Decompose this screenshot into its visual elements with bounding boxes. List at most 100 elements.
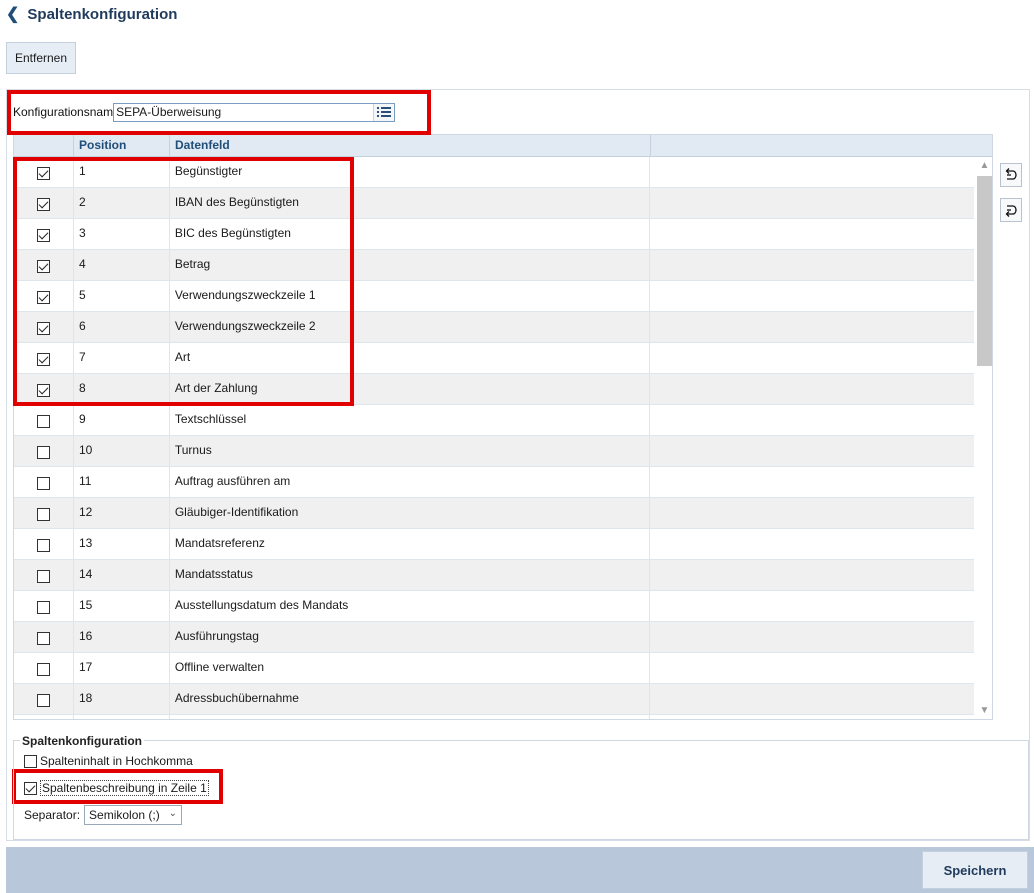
row-field: BIC des Begünstigten: [170, 219, 651, 249]
table-row[interactable]: 13 Mandatsreferenz: [14, 529, 974, 560]
row-check-cell: [14, 529, 74, 559]
table-row[interactable]: 17 Offline verwalten: [14, 653, 974, 684]
row-checkbox[interactable]: [36, 197, 50, 211]
table-row[interactable]: [14, 715, 974, 719]
remove-button[interactable]: Entfernen: [6, 42, 76, 74]
table-row[interactable]: 15 Ausstellungsdatum des Mandats: [14, 591, 974, 622]
table-row[interactable]: 2 IBAN des Begünstigten: [14, 188, 974, 219]
row-empty-cell: [650, 281, 974, 311]
row-position: 8: [74, 374, 170, 404]
table-row[interactable]: 12 Gläubiger-Identifikation: [14, 498, 974, 529]
row-check-cell: [14, 591, 74, 621]
row-empty-cell: [650, 436, 974, 466]
row-empty-cell: [650, 560, 974, 590]
table-row[interactable]: 5 Verwendungszweckzeile 1: [14, 281, 974, 312]
scroll-thumb[interactable]: [977, 176, 992, 366]
save-button[interactable]: Speichern: [922, 851, 1028, 889]
row-field: Ausführungstag: [170, 622, 651, 652]
row-field: Auftrag ausführen am: [170, 467, 651, 497]
quote-option[interactable]: Spalteninhalt in Hochkomma: [24, 754, 193, 768]
separator-label: Separator:: [24, 808, 81, 822]
row-checkbox[interactable]: [36, 693, 50, 707]
row-checkbox[interactable]: [36, 662, 50, 676]
header-option[interactable]: Spaltenbeschreibung in Zeile 1: [24, 780, 209, 796]
row-check-cell: [14, 343, 74, 373]
row-checkbox[interactable]: [36, 507, 50, 521]
config-name-label: Konfigurationsnam: [13, 105, 114, 119]
row-checkbox[interactable]: [36, 445, 50, 459]
table-row[interactable]: 3 BIC des Begünstigten: [14, 219, 974, 250]
separator-row: Separator: Semikolon (;) ⌄: [24, 805, 183, 825]
row-checkbox[interactable]: [36, 383, 50, 397]
columns-grid: Position Datenfeld 1 Begünstigter 2 IBAN de…: [13, 134, 993, 720]
row-empty-cell: [650, 467, 974, 497]
row-checkbox[interactable]: [36, 476, 50, 490]
scroll-down-icon[interactable]: ▼: [976, 702, 992, 719]
row-check-cell: [14, 436, 74, 466]
config-name-value: SEPA-Überweisung: [116, 105, 222, 119]
row-field: Begünstigter: [170, 157, 651, 187]
row-check-cell: [14, 715, 74, 719]
row-position: 4: [74, 250, 170, 280]
row-check-cell: [14, 405, 74, 435]
table-row[interactable]: 4 Betrag: [14, 250, 974, 281]
row-check-cell: [14, 312, 74, 342]
row-empty-cell: [650, 374, 974, 404]
move-down-button[interactable]: [1000, 198, 1022, 222]
table-row[interactable]: 7 Art: [14, 343, 974, 374]
row-checkbox[interactable]: [36, 538, 50, 552]
quote-checkbox[interactable]: [24, 754, 37, 768]
table-row[interactable]: 16 Ausführungstag: [14, 622, 974, 653]
row-position: 5: [74, 281, 170, 311]
row-empty-cell: [650, 529, 974, 559]
row-position: 14: [74, 560, 170, 590]
row-checkbox[interactable]: [36, 414, 50, 428]
table-row[interactable]: 11 Auftrag ausführen am: [14, 467, 974, 498]
row-checkbox[interactable]: [36, 166, 50, 180]
row-position: 3: [74, 219, 170, 249]
page-title: Spaltenkonfiguration: [27, 6, 178, 23]
row-empty-cell: [650, 684, 974, 714]
table-row[interactable]: 14 Mandatsstatus: [14, 560, 974, 591]
list-icon[interactable]: [373, 103, 395, 121]
separator-select[interactable]: Semikolon (;) ⌄: [84, 805, 183, 825]
vertical-scrollbar[interactable]: ▲ ▼: [976, 157, 992, 719]
chevron-down-icon: ⌄: [168, 808, 178, 819]
table-row[interactable]: 8 Art der Zahlung: [14, 374, 974, 405]
table-row[interactable]: 18 Adressbuchübernahme: [14, 684, 974, 715]
options-legend: Spaltenkonfiguration: [20, 734, 144, 748]
row-checkbox[interactable]: [36, 321, 50, 335]
back-link[interactable]: ❮ Spaltenkonfiguration: [6, 6, 177, 24]
header-datenfeld[interactable]: Datenfeld: [170, 135, 651, 156]
table-row[interactable]: 9 Textschlüssel: [14, 405, 974, 436]
table-row[interactable]: 1 Begünstigter: [14, 157, 974, 188]
chevron-left-icon[interactable]: ❮: [6, 6, 19, 24]
row-checkbox[interactable]: [36, 600, 50, 614]
row-empty-cell: [650, 188, 974, 218]
row-empty-cell: [650, 312, 974, 342]
row-checkbox[interactable]: [36, 352, 50, 366]
config-name-field[interactable]: SEPA-Überweisung: [113, 102, 396, 122]
header-label: Spaltenbeschreibung in Zeile 1: [40, 780, 209, 796]
table-row[interactable]: 6 Verwendungszweckzeile 2: [14, 312, 974, 343]
grid-body: 1 Begünstigter 2 IBAN des Begünstigten 3 BIC …: [14, 157, 974, 719]
quote-label: Spalteninhalt in Hochkomma: [40, 754, 193, 768]
move-up-button[interactable]: [1000, 163, 1022, 187]
row-field: Art der Zahlung: [170, 374, 651, 404]
header-checkbox[interactable]: [24, 781, 37, 795]
separator-value: Semikolon (;): [89, 808, 160, 822]
footer-bar: [6, 847, 1034, 893]
header-position[interactable]: Position: [74, 135, 170, 156]
row-checkbox[interactable]: [36, 631, 50, 645]
row-checkbox[interactable]: [36, 569, 50, 583]
row-checkbox[interactable]: [36, 259, 50, 273]
row-check-cell: [14, 188, 74, 218]
scroll-up-icon[interactable]: ▲: [976, 157, 992, 174]
row-checkbox[interactable]: [36, 290, 50, 304]
row-position: 6: [74, 312, 170, 342]
row-position: 2: [74, 188, 170, 218]
table-row[interactable]: 10 Turnus: [14, 436, 974, 467]
row-empty-cell: [650, 498, 974, 528]
row-check-cell: [14, 498, 74, 528]
row-checkbox[interactable]: [36, 228, 50, 242]
